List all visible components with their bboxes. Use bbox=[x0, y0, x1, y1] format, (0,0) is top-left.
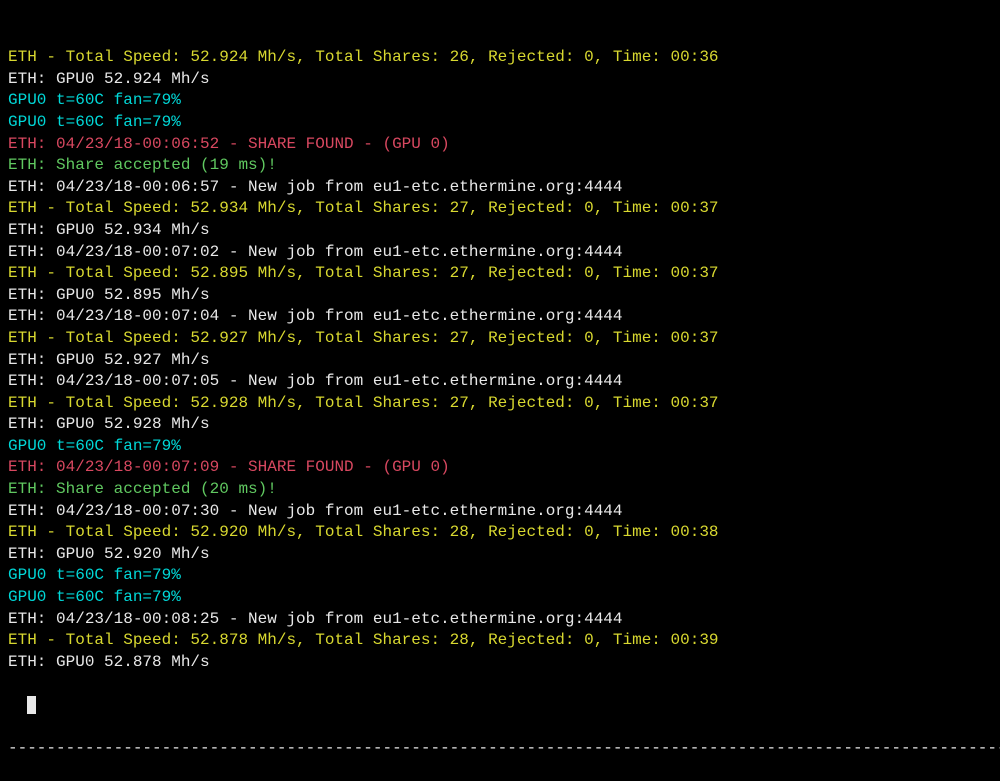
log-line: ETH - Total Speed: 52.920 Mh/s, Total Sh… bbox=[8, 522, 992, 544]
log-line: ETH: GPU0 52.924 Mh/s bbox=[8, 69, 992, 91]
log-line: ETH: GPU0 52.895 Mh/s bbox=[8, 285, 992, 307]
log-line: GPU0 t=60C fan=79% bbox=[8, 587, 992, 609]
log-line: ETH - Total Speed: 52.928 Mh/s, Total Sh… bbox=[8, 393, 992, 415]
log-line: GPU0 t=60C fan=79% bbox=[8, 565, 992, 587]
log-line: ETH - Total Speed: 52.878 Mh/s, Total Sh… bbox=[8, 630, 992, 652]
log-line: ETH: GPU0 52.878 Mh/s bbox=[8, 652, 992, 674]
log-line: ETH - Total Speed: 52.924 Mh/s, Total Sh… bbox=[8, 47, 992, 69]
separator-line: ----------------------------------------… bbox=[8, 738, 992, 760]
log-line: ETH: 04/23/18-00:07:05 - New job from eu… bbox=[8, 371, 992, 393]
log-lines: ETH - Total Speed: 52.924 Mh/s, Total Sh… bbox=[8, 47, 992, 673]
log-line: ETH: GPU0 52.934 Mh/s bbox=[8, 220, 992, 242]
log-line: ETH: 04/23/18-00:07:09 - SHARE FOUND - (… bbox=[8, 457, 992, 479]
log-line: ETH - Total Speed: 52.934 Mh/s, Total Sh… bbox=[8, 198, 992, 220]
log-line: ETH: Share accepted (19 ms)! bbox=[8, 155, 992, 177]
log-line: ETH - Total Speed: 52.927 Mh/s, Total Sh… bbox=[8, 328, 992, 350]
log-line: ETH: GPU0 52.927 Mh/s bbox=[8, 350, 992, 372]
log-line: ETH: 04/23/18-00:07:02 - New job from eu… bbox=[8, 242, 992, 264]
log-line: GPU0 t=60C fan=79% bbox=[8, 112, 992, 134]
log-line: ETH: Share accepted (20 ms)! bbox=[8, 479, 992, 501]
terminal-output: ETH - Total Speed: 52.924 Mh/s, Total Sh… bbox=[8, 4, 992, 781]
log-line: ETH - Total Speed: 52.895 Mh/s, Total Sh… bbox=[8, 263, 992, 285]
log-line: ETH: GPU0 52.928 Mh/s bbox=[8, 414, 992, 436]
log-line: GPU0 t=60C fan=79% bbox=[8, 90, 992, 112]
log-line: ETH: 04/23/18-00:07:04 - New job from eu… bbox=[8, 306, 992, 328]
log-line: ETH: 04/23/18-00:07:30 - New job from eu… bbox=[8, 501, 992, 523]
cursor bbox=[27, 696, 36, 714]
log-line: ETH: GPU0 52.920 Mh/s bbox=[8, 544, 992, 566]
log-line: ETH: 04/23/18-00:06:52 - SHARE FOUND - (… bbox=[8, 134, 992, 156]
log-line: ETH: 04/23/18-00:08:25 - New job from eu… bbox=[8, 609, 992, 631]
log-line: ETH: 04/23/18-00:06:57 - New job from eu… bbox=[8, 177, 992, 199]
log-line: GPU0 t=60C fan=79% bbox=[8, 436, 992, 458]
